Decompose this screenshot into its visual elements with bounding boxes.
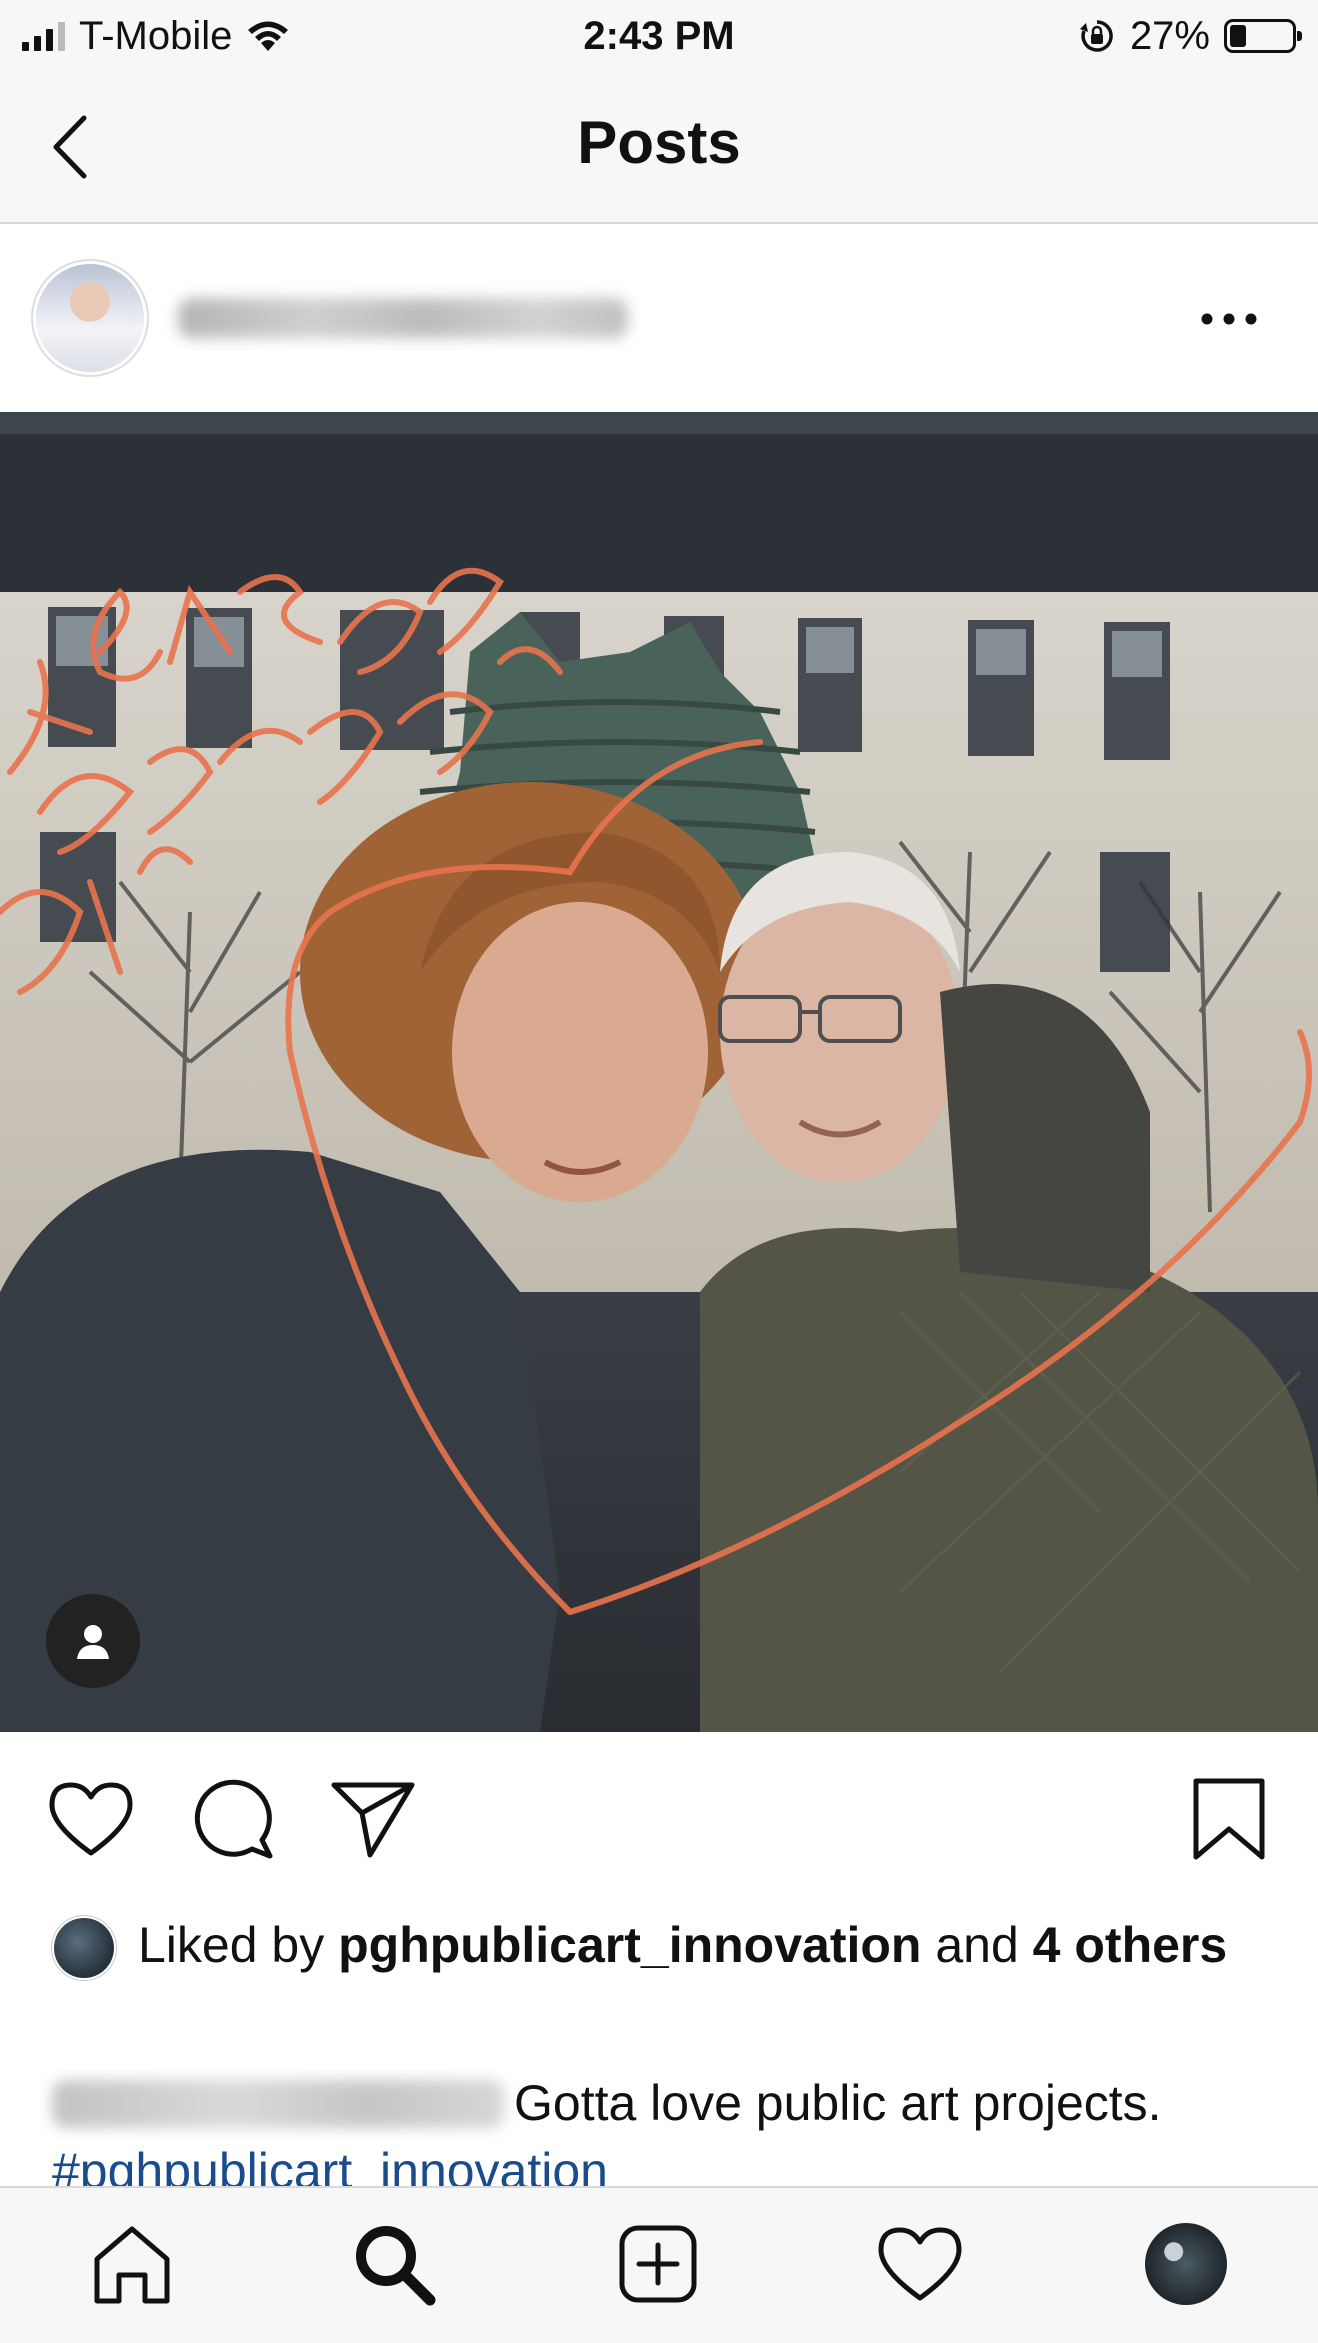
status-bar: T-Mobile 2:43 PM 27% bbox=[0, 0, 1318, 72]
tab-home[interactable] bbox=[82, 2214, 182, 2314]
likes-text[interactable]: Liked by pghpublicart_innovation and 4 o… bbox=[138, 1912, 1268, 1978]
home-icon bbox=[94, 2226, 170, 2304]
post-caption: Gotta love public art projects. #pghpubl… bbox=[0, 2070, 1318, 2186]
liker-username[interactable]: pghpublicart_innovation bbox=[338, 1917, 921, 1973]
battery-icon bbox=[1224, 19, 1302, 53]
tab-new-post[interactable] bbox=[608, 2214, 708, 2314]
activity-heart-icon bbox=[878, 2227, 962, 2301]
share-icon bbox=[331, 1782, 415, 1858]
heart-icon bbox=[49, 1782, 133, 1856]
share-button[interactable] bbox=[328, 1774, 418, 1864]
bookmark-icon bbox=[1193, 1778, 1265, 1860]
tab-activity[interactable] bbox=[870, 2214, 970, 2314]
comment-button[interactable] bbox=[188, 1774, 278, 1864]
author-username-redacted[interactable] bbox=[178, 298, 628, 338]
profile-avatar bbox=[1145, 2223, 1227, 2305]
post-photo[interactable] bbox=[0, 412, 1318, 1732]
more-options-button[interactable] bbox=[1184, 294, 1274, 344]
more-horizontal-icon bbox=[1201, 313, 1257, 325]
like-button[interactable] bbox=[46, 1774, 136, 1864]
search-icon bbox=[356, 2226, 436, 2306]
post-actions bbox=[0, 1732, 1318, 1892]
tab-search[interactable] bbox=[344, 2214, 444, 2314]
liker-avatar[interactable] bbox=[54, 1918, 114, 1978]
caption-text: Gotta love public art projects. bbox=[514, 2075, 1162, 2131]
likes-summary: Liked by pghpublicart_innovation and 4 o… bbox=[0, 1900, 1318, 2040]
page-title: Posts bbox=[577, 109, 741, 176]
post-header bbox=[0, 226, 1318, 412]
likes-others[interactable]: 4 others bbox=[1033, 1917, 1228, 1973]
battery-percent: 27% bbox=[1129, 13, 1210, 58]
tab-profile[interactable] bbox=[1136, 2214, 1236, 2314]
save-button[interactable] bbox=[1184, 1774, 1274, 1864]
user-tag-icon bbox=[77, 1625, 109, 1659]
caption-username-redacted[interactable] bbox=[52, 2080, 504, 2128]
nav-bar: Posts bbox=[0, 72, 1318, 224]
comment-icon bbox=[194, 1779, 273, 1859]
tab-bar bbox=[0, 2186, 1318, 2343]
tagged-users-button[interactable] bbox=[46, 1594, 140, 1688]
new-post-icon bbox=[619, 2225, 697, 2303]
caption-hashtag[interactable]: #pghpublicart_innovation bbox=[52, 2138, 608, 2186]
author-avatar[interactable] bbox=[36, 264, 144, 372]
photo-illustration bbox=[0, 412, 1318, 1732]
orientation-lock-icon bbox=[1079, 20, 1113, 52]
